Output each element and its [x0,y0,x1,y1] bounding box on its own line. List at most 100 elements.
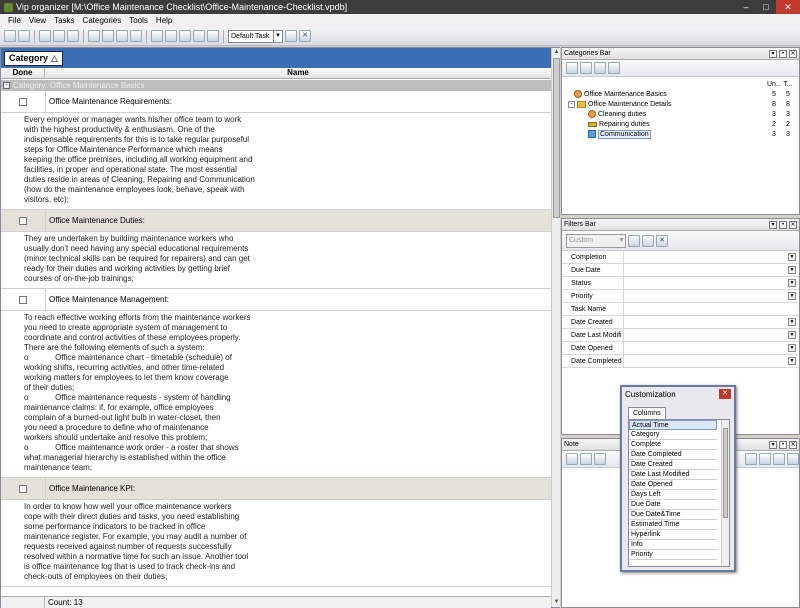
collapse-icon[interactable]: - [3,82,10,89]
clear-filter-icon[interactable] [642,234,654,247]
pin-icon[interactable]: • [779,49,787,58]
edit-note-icon[interactable] [566,453,578,465]
list-item[interactable]: Complete [629,440,717,450]
align-right-icon[interactable] [773,453,785,465]
scroll-thumb[interactable] [723,428,728,518]
done-checkbox[interactable] [19,484,27,493]
pin-icon[interactable]: • [779,220,787,229]
list-item[interactable]: Category [629,430,717,440]
close-icon[interactable]: ✕ [789,440,797,449]
align-center-icon[interactable] [759,453,771,465]
maximize-button[interactable]: □ [756,0,776,14]
delete-filter-icon[interactable]: ✕ [656,234,668,247]
filter-value[interactable]: ▼ [624,342,799,354]
filter-value[interactable]: ▼ [624,277,799,289]
list-item[interactable]: Priority [629,550,717,560]
done-checkbox[interactable] [19,216,27,225]
save-icon[interactable] [39,30,51,42]
filter-value[interactable]: ▼ [624,355,799,367]
new-folder-icon[interactable] [4,30,16,42]
menu-help[interactable]: Help [152,16,176,25]
table-row[interactable]: Office Maintenance Management: [1,289,551,311]
filter-value[interactable]: ▼ [624,316,799,328]
list-item[interactable]: Info [629,540,717,550]
print-icon[interactable] [53,30,65,42]
filter-toggle-icon[interactable] [207,30,219,42]
category-group-row[interactable]: - Category: Office Maintenance Basics [1,80,551,91]
grid-scrollbar[interactable]: ▲ ▼ [551,48,560,607]
category-item[interactable]: Repairing duties 2 2 [568,119,795,129]
close-button[interactable]: ✕ [776,0,800,14]
filter-value[interactable]: ▼ [624,290,799,302]
delete-category-icon[interactable] [608,62,620,74]
category-item[interactable]: Office Maintenance Basics 5 5 [568,89,795,99]
edit-category-icon[interactable] [594,62,606,74]
chevron-down-icon[interactable]: ▼ [788,357,796,365]
chevron-down-icon[interactable]: ▼ [788,266,796,274]
group-chip-category[interactable]: Category △ [4,50,63,66]
pin-icon[interactable]: • [779,440,787,449]
task-name[interactable]: Office Maintenance Requirements: [45,91,551,112]
add-subcategory-icon[interactable] [580,62,592,74]
tab-columns[interactable]: Columns [628,407,666,419]
align-left-icon[interactable] [745,453,757,465]
chevron-down-icon[interactable]: ▼ [788,318,796,326]
close-icon[interactable]: ✕ [789,220,797,229]
paste-icon[interactable] [594,453,606,465]
table-row[interactable]: Office Maintenance Requirements: [1,91,551,113]
chevron-down-icon[interactable]: ▼ [788,344,796,352]
column-header-unfinished[interactable]: Un... [767,81,782,88]
category-item[interactable]: - Office Maintenance Details 8 8 [568,99,795,109]
category-item[interactable]: Cleaning duties 3 3 [568,109,795,119]
list-item[interactable]: Date Completed [629,450,717,460]
menu-tasks[interactable]: Tasks [50,16,78,25]
task-view-select[interactable]: Default Task ▼ [228,29,283,43]
filter-value[interactable]: ▼ [624,264,799,276]
list-icon[interactable] [787,453,799,465]
list-item[interactable]: Date Created [629,460,717,470]
panel-menu-icon[interactable]: ▾ [769,440,777,449]
new-task-icon[interactable] [18,30,30,42]
menu-file[interactable]: File [4,16,25,25]
column-header-total[interactable]: T... [781,81,795,88]
delete-view-icon[interactable]: ✕ [299,30,311,42]
edit-view-icon[interactable] [285,30,297,42]
chevron-down-icon[interactable]: ▼ [788,253,796,261]
minimize-button[interactable]: – [736,0,756,14]
filter-preset-select[interactable]: Custom ▼ [566,233,626,248]
chevron-down-icon[interactable]: ▼ [788,331,796,339]
panel-menu-icon[interactable]: ▾ [769,49,777,58]
cut-icon[interactable] [88,30,100,42]
list-item[interactable]: Due Date [629,500,717,510]
copy-icon[interactable] [102,30,114,42]
task-name[interactable]: Office Maintenance Management: [45,289,551,310]
refresh-icon[interactable] [179,30,191,42]
scroll-down-icon[interactable]: ▼ [552,598,561,607]
done-checkbox[interactable] [19,295,27,304]
forward-icon[interactable] [165,30,177,42]
column-header-name[interactable]: Name [45,68,551,78]
copy-icon[interactable] [580,453,592,465]
list-item[interactable]: Date Last Modified [629,470,717,480]
list-scrollbar[interactable] [721,420,729,566]
undo-icon[interactable] [130,30,142,42]
task-name[interactable]: Office Maintenance Duties: [45,210,551,231]
panel-menu-icon[interactable]: ▾ [769,220,777,229]
task-name[interactable]: Office Maintenance KPI: [45,478,551,499]
close-icon[interactable]: ✕ [789,49,797,58]
filter-value[interactable]: ▼ [624,251,799,263]
menu-categories[interactable]: Categories [79,16,126,25]
add-category-icon[interactable] [566,62,578,74]
list-item[interactable]: Actual Time [629,420,717,430]
apply-filter-icon[interactable] [628,234,640,247]
list-item[interactable]: Hyperlink [629,530,717,540]
filter-value[interactable]: ▼ [624,329,799,341]
chevron-down-icon[interactable]: ▼ [788,279,796,287]
menu-view[interactable]: View [25,16,50,25]
table-row[interactable]: Office Maintenance Duties: [1,210,551,232]
filter-value[interactable] [624,303,799,315]
column-header-done[interactable]: Done [1,68,45,78]
scroll-up-icon[interactable]: ▲ [552,48,561,57]
close-icon[interactable]: ✕ [719,389,731,399]
chevron-down-icon[interactable]: ▼ [788,292,796,300]
